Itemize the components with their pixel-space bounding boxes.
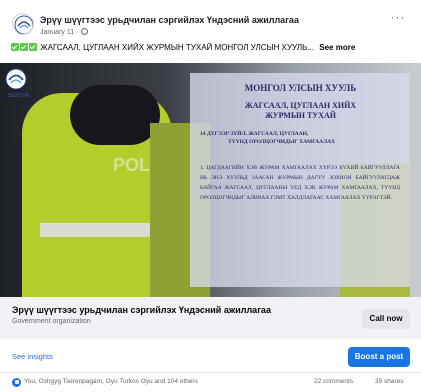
page-name-link[interactable]: Эрүү шүүгтээс урьдчилан сэргийлэх Үндэсн… xyxy=(40,15,299,25)
shares-count[interactable]: 35 shares xyxy=(375,378,404,385)
reflective-stripe xyxy=(40,223,160,237)
post-header: Эрүү шүүгтээс урьдчилан сэргийлэх Үндэсн… xyxy=(0,0,421,40)
officer-head xyxy=(70,85,160,145)
globe-icon xyxy=(81,28,89,35)
post-text: ЖАГСААЛ, ЦУГЛААН ХИЙХ ЖУРМЫН ТУХАЙ МОНГО… xyxy=(11,43,411,57)
org-logo-icon xyxy=(5,68,27,90)
reaction-names[interactable]: You, Oshgyg Tserenpagam, Oyu Turkos Oyu … xyxy=(24,378,198,385)
logo-caption: ЭШУСҮА xyxy=(7,93,29,99)
law-subtitle-line: ЖУРМЫН ТУХАЙ xyxy=(264,111,336,120)
law-subtitle-line: ЖАГСААЛ, ЦУГЛААН ХИЙХ xyxy=(244,101,357,110)
boost-post-button[interactable]: Boost a post xyxy=(348,347,410,367)
more-options-button[interactable]: ··· xyxy=(389,11,407,26)
see-insights-link[interactable]: See insights xyxy=(12,352,53,361)
check-mark-emoji xyxy=(29,43,37,51)
post-text-content: ЖАГСААЛ, ЦУГЛААН ХИЙХ ЖУРМЫН ТУХАЙ МОНГО… xyxy=(40,43,315,52)
law-article-line: 14 ДҮГЭЭР ЗҮЙЛ. ЖАГСААЛ, ЦУГЛААН, xyxy=(200,131,309,137)
law-article-heading: 14 ДҮГЭЭР ЗҮЙЛ. ЖАГСААЛ, ЦУГЛААН, ТҮҮНД … xyxy=(200,130,400,146)
comments-count[interactable]: 22 comments xyxy=(314,378,353,385)
see-more-link[interactable]: See more xyxy=(319,43,355,52)
law-article-body: 1. ЦАГДААГИЙН ХЭВ ЖУРАМ ХАМГААЛАХ ХҮРЭЭ … xyxy=(200,165,400,201)
law-subtitle: ЖАГСААЛ, ЦУГЛААН ХИЙХ ЖУРМЫН ТУХАЙ xyxy=(198,101,403,121)
check-mark-emoji xyxy=(11,43,19,51)
call-now-button[interactable]: Call now xyxy=(362,309,410,329)
page-avatar[interactable] xyxy=(12,13,34,35)
reactions-bar: You, Oshgyg Tserenpagam, Oyu Turkos Oyu … xyxy=(0,374,421,392)
like-icon[interactable] xyxy=(12,378,21,387)
page-card[interactable]: Эрүү шүүгтээс урьдчилан сэргийлэх Үндэсн… xyxy=(0,297,421,339)
law-article-line: ТҮҮНД ОРОЛЦОГЧИДЫГ ХАМГААЛАХ xyxy=(228,139,336,145)
card-category: Government organization xyxy=(12,318,91,325)
insights-bar: See insights Boost a post xyxy=(0,339,421,373)
post-image[interactable]: POLICE ЭШУСҮА МОНГОЛ УЛСЫН ХУУЛЬ ЖАГСААЛ… xyxy=(0,63,421,297)
check-mark-emoji xyxy=(20,43,28,51)
card-page-name[interactable]: Эрүү шүүгтээс урьдчилан сэргийлэх Үндэсн… xyxy=(12,305,271,315)
post-date[interactable]: January 11 · xyxy=(40,28,89,36)
org-logo-icon xyxy=(14,15,33,34)
law-title: МОНГОЛ УЛСЫН ХУУЛЬ xyxy=(244,83,357,93)
post-date-text[interactable]: January 11 · xyxy=(40,29,78,36)
